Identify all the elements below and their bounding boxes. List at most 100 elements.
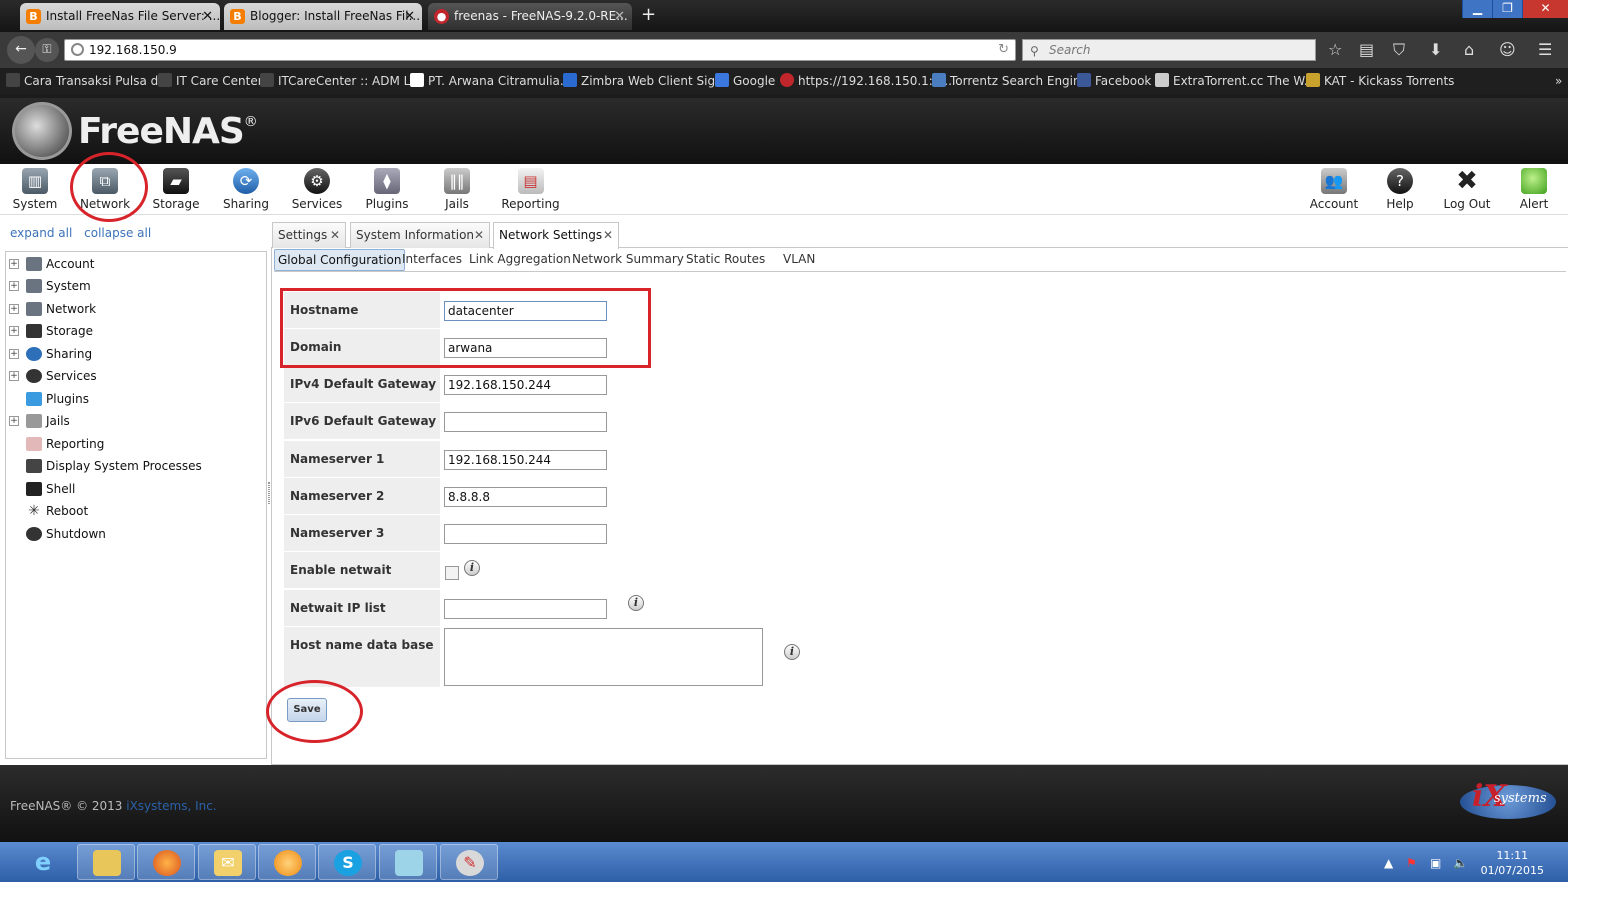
expand-plus-icon[interactable]: + bbox=[9, 371, 19, 381]
expand-all-link[interactable]: expand all bbox=[10, 226, 72, 240]
close-tab-icon[interactable]: ✕ bbox=[330, 223, 340, 248]
window-close-icon[interactable]: ✕ bbox=[1522, 0, 1568, 18]
ixsystems-link[interactable]: iXsystems, Inc. bbox=[126, 799, 216, 813]
toolbar-storage-button[interactable]: ▰ Storage bbox=[141, 166, 211, 211]
skype-taskbar-button[interactable]: S bbox=[318, 844, 376, 880]
netwait-enable-checkbox[interactable] bbox=[445, 566, 459, 580]
url-bar[interactable]: 192.168.150.9 ↻ bbox=[64, 39, 1016, 61]
tab-settings[interactable]: Settings ✕ bbox=[272, 222, 346, 248]
netwait-ip-label: Netwait IP list bbox=[284, 590, 440, 626]
expand-plus-icon[interactable]: + bbox=[9, 326, 19, 336]
clock-date: 01/07/2015 bbox=[1480, 864, 1544, 877]
toolbar-help-button[interactable]: ? Help bbox=[1365, 166, 1435, 211]
toolbar-plugins-button[interactable]: ⧫ Plugins bbox=[352, 166, 422, 211]
subtab-global-configuration[interactable]: Global Configuration bbox=[274, 249, 406, 271]
close-tab-icon[interactable]: ✕ bbox=[404, 3, 415, 30]
home-icon[interactable]: ⌂ bbox=[1464, 40, 1474, 59]
nameserver3-field[interactable] bbox=[444, 524, 607, 544]
close-tab-icon[interactable]: ✕ bbox=[474, 223, 484, 248]
tray-network-icon[interactable]: ▣ bbox=[1430, 856, 1441, 870]
netwait-ip-info-icon[interactable]: i bbox=[628, 595, 644, 611]
browser-tab-3-active[interactable]: ● freenas - FreeNAS-9.2.0-RE... ✕ bbox=[428, 3, 632, 30]
nameserver1-row: Nameserver 1 192.168.150.244 bbox=[284, 441, 768, 477]
netwait-info-icon[interactable]: i bbox=[464, 560, 480, 576]
toolbar-account-button[interactable]: 👥 Account bbox=[1299, 166, 1369, 211]
restore-icon[interactable]: ❐ bbox=[1492, 0, 1522, 18]
hostdb-info-icon[interactable]: i bbox=[784, 644, 800, 660]
tray-volume-icon[interactable]: 🔈 bbox=[1453, 856, 1468, 870]
bookmark-item[interactable]: Zimbra Web Client Sig... bbox=[563, 68, 727, 94]
bookmark-item[interactable]: Torrentz Search Engine bbox=[932, 68, 1088, 94]
toolbar-reporting-button[interactable]: ▤ Reporting bbox=[493, 166, 568, 211]
firefox-taskbar-button[interactable] bbox=[137, 844, 195, 880]
ie-taskbar-button[interactable]: e bbox=[14, 844, 72, 880]
toolbar-jails-button[interactable]: ‖‖ Jails bbox=[422, 166, 492, 211]
search-input[interactable]: ⚲ Search bbox=[1022, 39, 1316, 61]
subtab-vlan[interactable]: VLAN bbox=[783, 249, 815, 271]
close-tab-icon[interactable]: ✕ bbox=[202, 3, 213, 30]
new-tab-icon[interactable]: + bbox=[641, 4, 656, 25]
expand-plus-icon[interactable]: + bbox=[9, 349, 19, 359]
download-icon[interactable]: ⬇ bbox=[1429, 40, 1442, 59]
expand-plus-icon[interactable]: + bbox=[9, 259, 19, 269]
bookmark-item[interactable]: Google bbox=[715, 68, 775, 94]
toolbar-sharing-button[interactable]: ⟳ Sharing bbox=[211, 166, 281, 211]
collapse-all-link[interactable]: collapse all bbox=[84, 226, 151, 240]
browser-tab-1[interactable]: B Install FreeNas File Server: ... ✕ bbox=[20, 3, 220, 30]
bookmarks-overflow-icon[interactable]: » bbox=[1555, 68, 1562, 94]
close-tab-icon[interactable]: ✕ bbox=[614, 3, 625, 30]
subtab-link-aggregation[interactable]: Link Aggregation bbox=[469, 249, 571, 271]
bookmark-item[interactable]: Facebook bbox=[1077, 68, 1151, 94]
minimize-icon[interactable]: ▁ bbox=[1462, 0, 1492, 18]
reading-list-icon[interactable]: ▤ bbox=[1359, 40, 1374, 59]
close-tab-icon[interactable]: ✕ bbox=[603, 223, 613, 248]
nameserver1-field[interactable]: 192.168.150.244 bbox=[444, 450, 607, 470]
reload-icon[interactable]: ↻ bbox=[998, 40, 1009, 60]
menu-icon[interactable]: ☰ bbox=[1538, 40, 1552, 59]
bookmark-star-icon[interactable]: ☆ bbox=[1328, 40, 1342, 59]
explorer-taskbar-button[interactable] bbox=[77, 844, 135, 880]
bookmark-item[interactable]: KAT - Kickass Torrents bbox=[1306, 68, 1454, 94]
paint-taskbar-button[interactable]: ✎ bbox=[440, 844, 498, 880]
bookmark-item[interactable]: PT. Arwana Citramulia... bbox=[410, 68, 571, 94]
subtab-network-summary[interactable]: Network Summary bbox=[572, 249, 684, 271]
tray-flag-icon[interactable]: ⚑ bbox=[1406, 856, 1417, 870]
browser-tab-2[interactable]: B Blogger: Install FreeNas Fil... ✕ bbox=[224, 3, 422, 30]
toolbar-services-button[interactable]: ⚙ Services bbox=[282, 166, 352, 211]
tray-expand-icon[interactable]: ▲ bbox=[1384, 856, 1393, 870]
ipv6-gateway-field[interactable] bbox=[444, 412, 607, 432]
taskbar-clock[interactable]: 11:11 01/07/2015 bbox=[1481, 848, 1544, 878]
nameserver1-label: Nameserver 1 bbox=[284, 441, 440, 477]
toolbar-alert-button[interactable]: Alert bbox=[1499, 166, 1569, 211]
tab-network-settings[interactable]: Network Settings ✕ bbox=[493, 222, 619, 249]
back-arrow-icon[interactable]: ← bbox=[7, 36, 35, 64]
expand-plus-icon[interactable]: + bbox=[9, 281, 19, 291]
bookmark-item[interactable]: Cara Transaksi Pulsa di... bbox=[6, 68, 173, 94]
notes-taskbar-button[interactable] bbox=[379, 844, 437, 880]
netwait-ip-field[interactable] bbox=[444, 599, 607, 619]
ipv4-gateway-label: IPv4 Default Gateway bbox=[284, 366, 440, 402]
toolbar-logout-button[interactable]: ✖ Log Out bbox=[1432, 166, 1502, 211]
main-toolbar: ▥ System ⧉ Network ▰ Storage ⟳ Sharing ⚙ Serv… bbox=[0, 164, 1568, 215]
hostdb-textarea[interactable] bbox=[444, 628, 763, 686]
ipv4-gateway-field[interactable]: 192.168.150.244 bbox=[444, 375, 607, 395]
expand-plus-icon[interactable]: + bbox=[9, 304, 19, 314]
tab-system-information[interactable]: System Information ✕ bbox=[350, 222, 490, 248]
nameserver2-field[interactable]: 8.8.8.8 bbox=[444, 487, 607, 507]
pocket-icon[interactable]: ⛉ bbox=[1393, 40, 1405, 60]
pane-splitter[interactable] bbox=[268, 482, 270, 504]
bookmark-item[interactable]: https://192.168.150.1:3... bbox=[780, 68, 952, 94]
mail-taskbar-button[interactable]: ✉ bbox=[198, 844, 256, 880]
identity-key-icon[interactable]: ⚿ bbox=[35, 38, 59, 62]
chat-icon[interactable]: ☺ bbox=[1499, 40, 1516, 59]
toolbar-system-button[interactable]: ▥ System bbox=[0, 166, 70, 211]
app-taskbar-button[interactable] bbox=[258, 844, 316, 880]
subtab-interfaces[interactable]: Interfaces bbox=[402, 249, 462, 271]
bookmark-item[interactable]: IT Care Center bbox=[158, 68, 263, 94]
bookmark-item[interactable]: ITCareCenter :: ADM L... bbox=[260, 68, 422, 94]
subtab-static-routes[interactable]: Static Routes bbox=[686, 249, 765, 271]
expand-plus-icon[interactable]: + bbox=[9, 416, 19, 426]
bookmark-item[interactable]: ExtraTorrent.cc The W... bbox=[1155, 68, 1315, 94]
freenas-logo-text: FreeNAS bbox=[78, 110, 245, 152]
freenas-logo: FreeNAS ® bbox=[12, 102, 258, 160]
